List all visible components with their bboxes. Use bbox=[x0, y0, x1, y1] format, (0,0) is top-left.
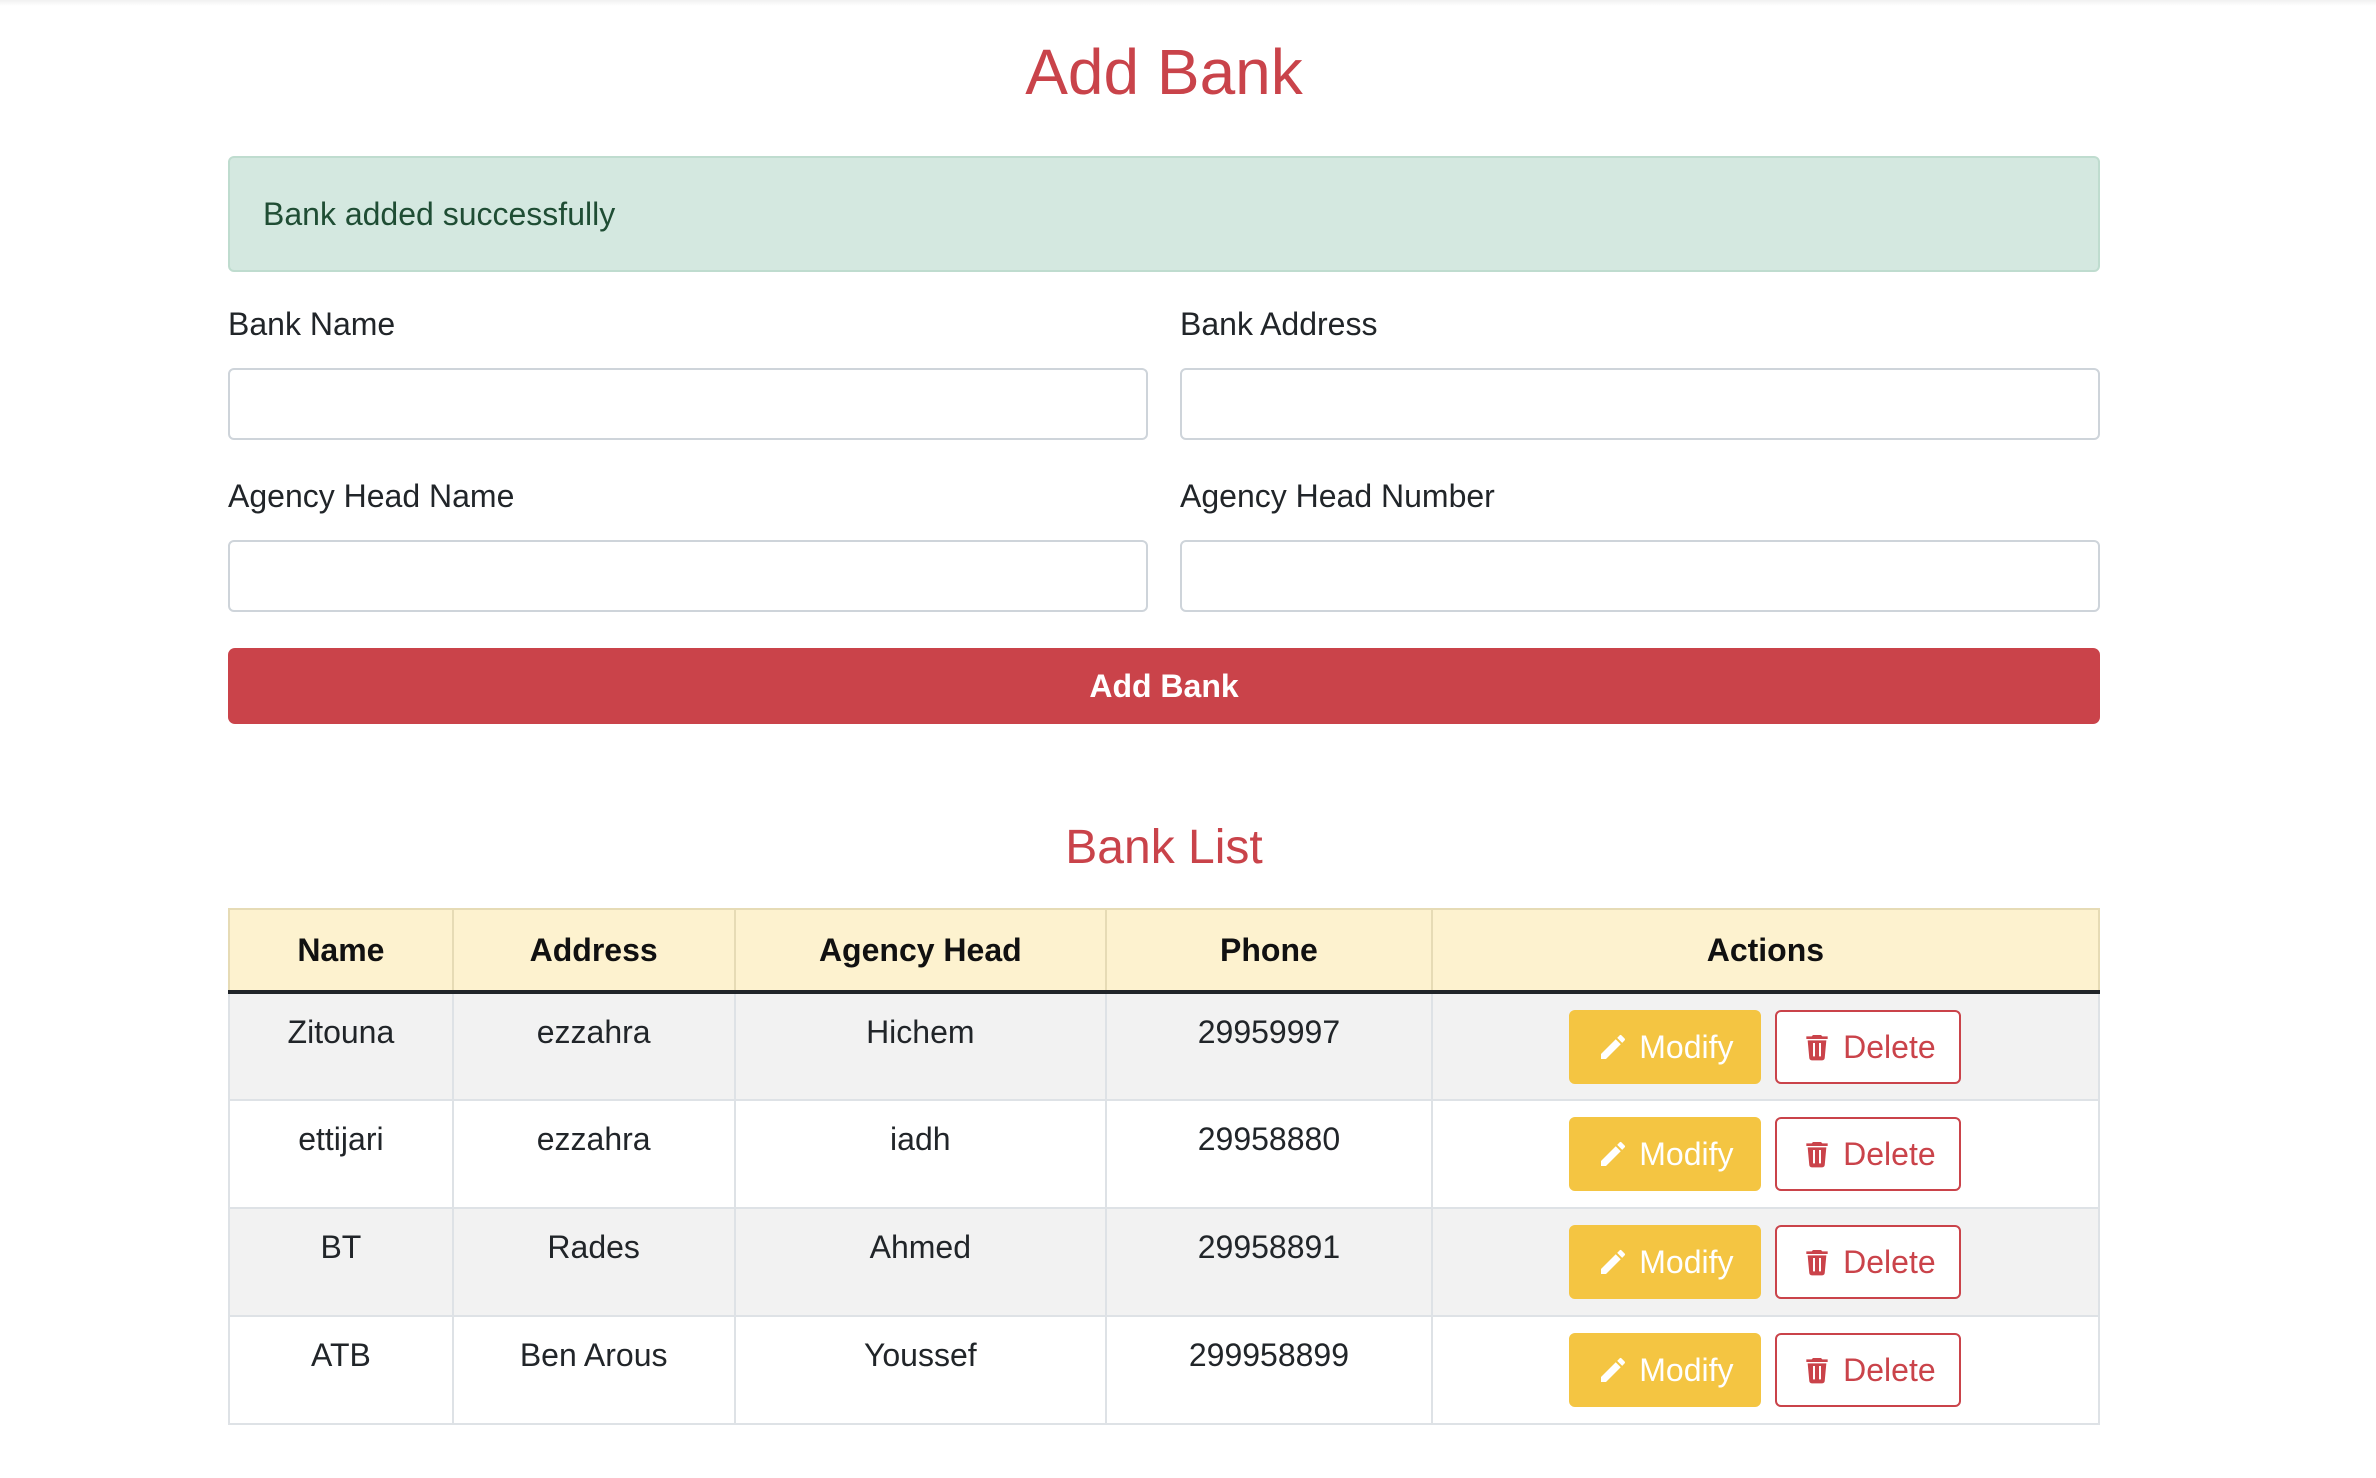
cell-actions: Modify Delete bbox=[1430, 1099, 2101, 1209]
table-header-row: Name Address Agency Head Phone Actions bbox=[228, 908, 2101, 994]
pencil-icon bbox=[1601, 1141, 1626, 1166]
delete-button[interactable]: Delete bbox=[1775, 1333, 1962, 1407]
delete-button[interactable]: Delete bbox=[1775, 1117, 1962, 1191]
cell-address: ezzahra bbox=[451, 991, 736, 1101]
column-header-agency-head: Agency Head bbox=[733, 908, 1108, 994]
delete-label: Delete bbox=[1843, 1028, 1936, 1065]
modify-button[interactable]: Modify bbox=[1569, 1117, 1762, 1191]
agency-head-name-label: Agency Head Name bbox=[228, 478, 515, 514]
modify-button[interactable]: Modify bbox=[1569, 1333, 1762, 1407]
success-alert: Bank added successfully bbox=[228, 156, 2100, 272]
delete-button[interactable]: Delete bbox=[1775, 1010, 1962, 1084]
pencil-icon bbox=[1601, 1249, 1626, 1274]
agency-head-number-input[interactable] bbox=[1180, 540, 2100, 612]
cell-agency-head: Ahmed bbox=[733, 1207, 1108, 1317]
cell-name: Zitouna bbox=[228, 991, 454, 1101]
bank-list-title: Bank List bbox=[1065, 821, 1263, 874]
cell-phone: 29958891 bbox=[1105, 1207, 1433, 1317]
delete-label: Delete bbox=[1843, 1351, 1936, 1388]
top-bar-shadow bbox=[0, 0, 2376, 6]
agency-head-number-label: Agency Head Number bbox=[1180, 478, 1495, 514]
column-header-actions: Actions bbox=[1430, 908, 2101, 994]
cell-phone: 29958880 bbox=[1105, 1099, 1433, 1209]
trash-icon bbox=[1806, 1035, 1828, 1061]
delete-label: Delete bbox=[1843, 1135, 1936, 1172]
agency-head-name-input[interactable] bbox=[228, 540, 1148, 612]
cell-agency-head: Youssef bbox=[733, 1315, 1108, 1425]
pencil-icon bbox=[1601, 1034, 1626, 1059]
page-title: Add Bank bbox=[1025, 36, 1303, 108]
pencil-icon bbox=[1601, 1357, 1626, 1382]
modify-label: Modify bbox=[1639, 1135, 1734, 1172]
modify-label: Modify bbox=[1639, 1351, 1734, 1388]
bank-table: Name Address Agency Head Phone Actions Z… bbox=[228, 908, 2101, 1425]
cell-phone: 29959997 bbox=[1105, 991, 1433, 1101]
delete-button[interactable]: Delete bbox=[1775, 1225, 1962, 1299]
cell-name: BT bbox=[228, 1207, 454, 1317]
column-header-address: Address bbox=[451, 908, 736, 994]
table-row: ATB Ben Arous Youssef 299958899 Modify D… bbox=[228, 1315, 2101, 1425]
cell-agency-head: Hichem bbox=[733, 991, 1108, 1101]
table-row: ettijari ezzahra iadh 29958880 Modify De… bbox=[228, 1099, 2101, 1209]
cell-address: Rades bbox=[451, 1207, 736, 1317]
cell-address: ezzahra bbox=[451, 1099, 736, 1209]
alert-message: Bank added successfully bbox=[263, 196, 616, 232]
bank-name-input[interactable] bbox=[228, 368, 1148, 440]
table-row: BT Rades Ahmed 29958891 Modify Delete bbox=[228, 1207, 2101, 1317]
column-header-name: Name bbox=[228, 908, 454, 994]
column-header-phone: Phone bbox=[1105, 908, 1433, 994]
cell-address: Ben Arous bbox=[451, 1315, 736, 1425]
cell-name: ATB bbox=[228, 1315, 454, 1425]
cell-name: ettijari bbox=[228, 1099, 454, 1209]
add-bank-button[interactable]: Add Bank bbox=[228, 648, 2100, 724]
modify-label: Modify bbox=[1639, 1028, 1734, 1065]
modify-label: Modify bbox=[1639, 1243, 1734, 1280]
cell-phone: 299958899 bbox=[1105, 1315, 1433, 1425]
table-row: Zitouna ezzahra Hichem 29959997 Modify D… bbox=[228, 991, 2101, 1101]
trash-icon bbox=[1806, 1142, 1828, 1168]
cell-actions: Modify Delete bbox=[1430, 991, 2101, 1101]
cell-agency-head: iadh bbox=[733, 1099, 1108, 1209]
bank-address-label: Bank Address bbox=[1180, 306, 1378, 342]
modify-button[interactable]: Modify bbox=[1569, 1225, 1762, 1299]
bank-name-label: Bank Name bbox=[228, 306, 396, 342]
cell-actions: Modify Delete bbox=[1430, 1207, 2101, 1317]
trash-icon bbox=[1806, 1358, 1828, 1384]
cell-actions: Modify Delete bbox=[1430, 1315, 2101, 1425]
bank-address-input[interactable] bbox=[1180, 368, 2100, 440]
modify-button[interactable]: Modify bbox=[1569, 1010, 1762, 1084]
delete-label: Delete bbox=[1843, 1243, 1936, 1280]
trash-icon bbox=[1806, 1250, 1828, 1276]
